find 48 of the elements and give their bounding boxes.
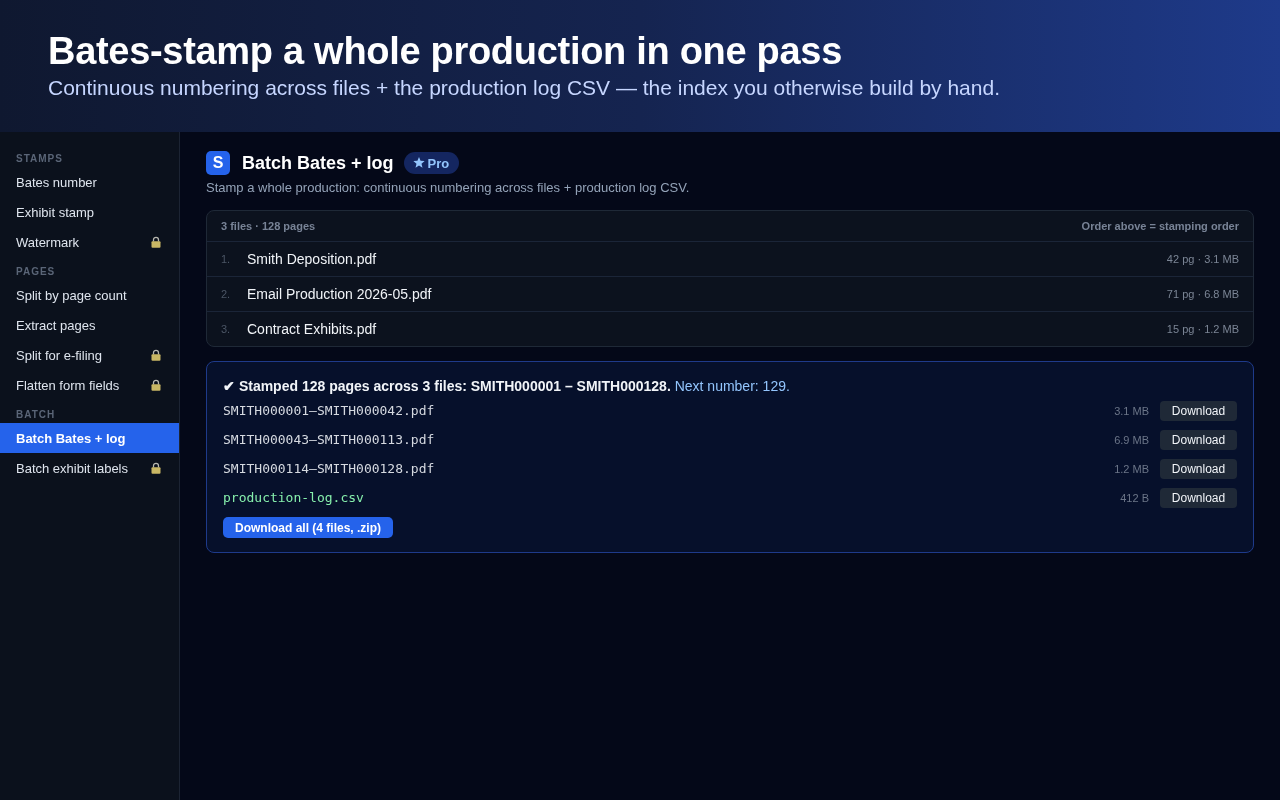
- output-file-name: SMITH000043–SMITH000113.pdf: [223, 432, 436, 447]
- tool-logo: S: [206, 151, 230, 175]
- output-file-name: SMITH000114–SMITH000128.pdf: [223, 461, 436, 476]
- sidebar-item[interactable]: Exhibit stamp: [0, 197, 179, 227]
- sidebar-item[interactable]: Flatten form fields: [0, 370, 179, 400]
- download-button[interactable]: Download: [1160, 400, 1237, 421]
- file-index: 2.: [221, 288, 232, 300]
- output-file-name: SMITH000001–SMITH000042.pdf: [223, 403, 436, 418]
- tool-description: Stamp a whole production: continuous numbering across files + production log CSV.: [206, 179, 691, 197]
- download-button[interactable]: Download: [1160, 429, 1237, 450]
- sidebar-item[interactable]: Split by page count: [0, 280, 179, 310]
- file-name: Smith Deposition.pdf: [247, 251, 378, 267]
- output-file-size: 412 B: [1120, 491, 1149, 504]
- order-note: Order above = stamping order: [1081, 220, 1239, 232]
- padlock-icon: [151, 236, 161, 248]
- output-file-size: 1.2 MB: [1114, 462, 1149, 475]
- sidebar-item[interactable]: Batch Bates + log: [0, 423, 179, 453]
- sidebar-item[interactable]: Watermark: [0, 227, 179, 257]
- result-summary: ✔ Stamped 128 pages across 3 files: SMITH000001 – SMITH000128. Next number: 129.: [223, 377, 791, 396]
- download-all-button[interactable]: Download all (4 files, .zip): [223, 517, 393, 538]
- sidebar-item[interactable]: Bates number: [0, 167, 179, 197]
- padlock-icon: [151, 462, 161, 474]
- file-meta: 71 pg · 6.8 MB: [1166, 288, 1239, 300]
- output-file-size: 6.9 MB: [1114, 433, 1149, 446]
- file-count-summary: 3 files · 128 pages: [221, 220, 316, 232]
- padlock-icon: [151, 349, 161, 361]
- sidebar-item[interactable]: Split for e-filing: [0, 340, 179, 370]
- output-file-size: 3.1 MB: [1114, 404, 1149, 417]
- file-index: 1.: [221, 253, 232, 265]
- download-button[interactable]: Download: [1160, 458, 1237, 479]
- file-name: Email Production 2026-05.pdf: [247, 286, 433, 302]
- output-file-name: production-log.csv: [223, 490, 365, 505]
- star-icon: [412, 157, 425, 169]
- sidebar-item[interactable]: Batch exhibit labels: [0, 453, 179, 483]
- file-meta: 42 pg · 3.1 MB: [1166, 253, 1239, 265]
- tool-title: Batch Bates + log: [242, 152, 394, 174]
- sidebar-section-heading: BATCH: [15, 408, 57, 422]
- sidebar-section-heading: PAGES: [15, 265, 57, 279]
- hero-subtitle: Continuous numbering across files + the production log CSV — the index you otherwise build by hand.: [48, 75, 1001, 101]
- pro-label: Pro: [427, 155, 450, 171]
- sidebar-item[interactable]: Extract pages: [0, 310, 179, 340]
- hero-title: Bates-stamp a whole production in one pass: [48, 29, 843, 74]
- padlock-icon: [151, 379, 161, 391]
- sidebar-section-heading: STAMPS: [15, 152, 64, 166]
- file-index: 3.: [221, 323, 232, 335]
- download-button[interactable]: Download: [1160, 487, 1237, 508]
- file-meta: 15 pg · 1.2 MB: [1166, 323, 1239, 335]
- file-name: Contract Exhibits.pdf: [247, 321, 378, 337]
